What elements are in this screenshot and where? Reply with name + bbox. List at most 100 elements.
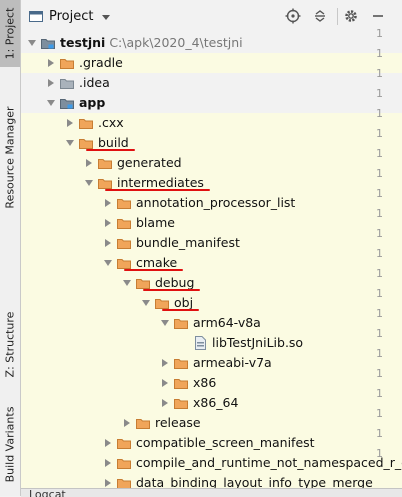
minimize-icon[interactable] xyxy=(370,8,386,24)
gutter-mark: 1 xyxy=(376,187,383,200)
project-tree[interactable]: testjni C:\apk\2020_4\testjni .gradle .ide… xyxy=(21,33,402,496)
chevron-down-icon[interactable] xyxy=(104,260,112,266)
gutter-mark: 1 xyxy=(376,247,383,260)
gutter-mark: 1 xyxy=(376,47,383,60)
tree-row[interactable]: obj xyxy=(21,293,402,313)
toolbar-separator xyxy=(337,8,338,25)
tree-item-label: x86 xyxy=(193,375,216,390)
tree-row[interactable]: .gradle xyxy=(21,53,402,73)
tree-row[interactable]: build xyxy=(21,133,402,153)
chevron-right-icon[interactable] xyxy=(86,159,92,167)
folder-icon xyxy=(60,98,74,109)
chevron-right-icon[interactable] xyxy=(105,199,111,207)
tree-row[interactable]: x86 xyxy=(21,373,402,393)
tree-item-name: annotation_processor_list xyxy=(136,195,296,210)
tree-row[interactable]: compatible_screen_manifest xyxy=(21,433,402,453)
gutter-mark: 1 xyxy=(376,267,383,280)
tree-row[interactable]: app xyxy=(21,93,402,113)
folder-icon xyxy=(117,258,131,269)
tree-row[interactable]: intermediates xyxy=(21,173,402,193)
chevron-right-icon[interactable] xyxy=(105,459,111,467)
project-view-title[interactable]: Project xyxy=(49,9,93,24)
stripe-tab-2[interactable]: Z: Structure xyxy=(0,305,20,383)
gutter-mark: 1 xyxy=(376,27,383,40)
chevron-down-icon[interactable] xyxy=(28,40,36,46)
chevron-down-icon[interactable] xyxy=(47,100,55,106)
folder-icon xyxy=(174,398,188,409)
tree-row[interactable]: generated xyxy=(21,153,402,173)
tree-row[interactable]: arm64-v8a xyxy=(21,313,402,333)
chevron-right-icon[interactable] xyxy=(105,479,111,487)
tree-item-name: generated xyxy=(117,155,182,170)
tree-row[interactable]: annotation_processor_list xyxy=(21,193,402,213)
gutter-mark: 1 xyxy=(376,307,383,320)
tree-row[interactable]: libTestJniLib.so xyxy=(21,333,402,353)
folder-icon xyxy=(174,318,188,329)
chevron-down-icon[interactable] xyxy=(161,320,169,326)
tree-item-label: testjni C:\apk\2020_4\testjni xyxy=(60,35,243,50)
settings-icon[interactable] xyxy=(343,8,359,24)
tree-row[interactable]: debug xyxy=(21,273,402,293)
tree-item-name: arm64-v8a xyxy=(193,315,261,330)
chevron-right-icon[interactable] xyxy=(162,379,168,387)
chevron-down-icon[interactable] xyxy=(123,280,131,286)
tree-row[interactable]: testjni C:\apk\2020_4\testjni xyxy=(21,33,402,53)
target-icon[interactable] xyxy=(285,8,301,24)
folder-icon xyxy=(79,118,93,129)
collapse-icon[interactable] xyxy=(312,8,328,24)
stripe-tab-1[interactable]: Resource Manager xyxy=(0,95,20,220)
gutter-mark: 1 xyxy=(376,207,383,220)
tree-row[interactable]: blame xyxy=(21,213,402,233)
gutter-mark: 1 xyxy=(376,367,383,380)
chevron-down-icon[interactable] xyxy=(66,140,74,146)
tree-row[interactable]: cmake xyxy=(21,253,402,273)
folder-icon xyxy=(98,158,112,169)
folder-icon xyxy=(60,78,74,89)
stripe-tab-0[interactable]: 1: Project xyxy=(0,0,20,67)
gutter-mark: 1 xyxy=(376,127,383,140)
project-header: Project xyxy=(21,0,402,34)
chevron-right-icon[interactable] xyxy=(105,239,111,247)
chevron-right-icon[interactable] xyxy=(48,59,54,67)
chevron-down-icon[interactable] xyxy=(102,15,110,20)
chevron-right-icon[interactable] xyxy=(124,419,130,427)
tree-item-name: compatible_screen_manifest xyxy=(136,435,315,450)
tree-item-label: .idea xyxy=(79,75,110,90)
tree-item-label: build xyxy=(98,135,129,150)
tree-item-path: C:\apk\2020_4\testjni xyxy=(105,35,243,50)
tree-item-label: debug xyxy=(155,275,194,290)
chevron-right-icon[interactable] xyxy=(162,399,168,407)
tree-item-name: blame xyxy=(136,215,175,230)
tree-item-name: cmake xyxy=(136,255,178,270)
tree-item-label: arm64-v8a xyxy=(193,315,261,330)
gutter-mark: 1 xyxy=(376,227,383,240)
folder-icon xyxy=(117,238,131,249)
chevron-right-icon[interactable] xyxy=(105,439,111,447)
stripe-tab-label: Resource Manager xyxy=(3,106,17,209)
chevron-right-icon[interactable] xyxy=(48,79,54,87)
chevron-right-icon[interactable] xyxy=(105,219,111,227)
chevron-down-icon[interactable] xyxy=(85,180,93,186)
tree-item-label: blame xyxy=(136,215,175,230)
chevron-down-icon[interactable] xyxy=(142,300,150,306)
tree-row[interactable]: .cxx xyxy=(21,113,402,133)
tree-item-name: x86 xyxy=(193,375,217,390)
tree-item-label: .gradle xyxy=(79,55,123,70)
folder-icon xyxy=(79,138,93,149)
tree-item-name: .idea xyxy=(79,75,110,90)
chevron-right-icon[interactable] xyxy=(67,119,73,127)
tool-window-stripe: 1: Project Resource Manager Z: Structure Bu… xyxy=(0,0,21,496)
folder-icon xyxy=(117,438,131,449)
tree-row[interactable]: armeabi-v7a xyxy=(21,353,402,373)
stripe-tab-3[interactable]: Build Variants xyxy=(0,400,20,488)
stripe-tab-label: Build Variants xyxy=(3,406,17,482)
gutter-mark: 1 xyxy=(376,407,383,420)
tree-row[interactable]: x86_64 xyxy=(21,393,402,413)
tree-row[interactable]: .idea xyxy=(21,73,402,93)
folder-icon xyxy=(174,358,188,369)
tree-row[interactable]: bundle_manifest xyxy=(21,233,402,253)
gutter-mark: 1 xyxy=(376,67,383,80)
tree-row[interactable]: compile_and_runtime_not_namespaced_r_cla… xyxy=(21,453,402,473)
chevron-right-icon[interactable] xyxy=(162,359,168,367)
tree-row[interactable]: release xyxy=(21,413,402,433)
